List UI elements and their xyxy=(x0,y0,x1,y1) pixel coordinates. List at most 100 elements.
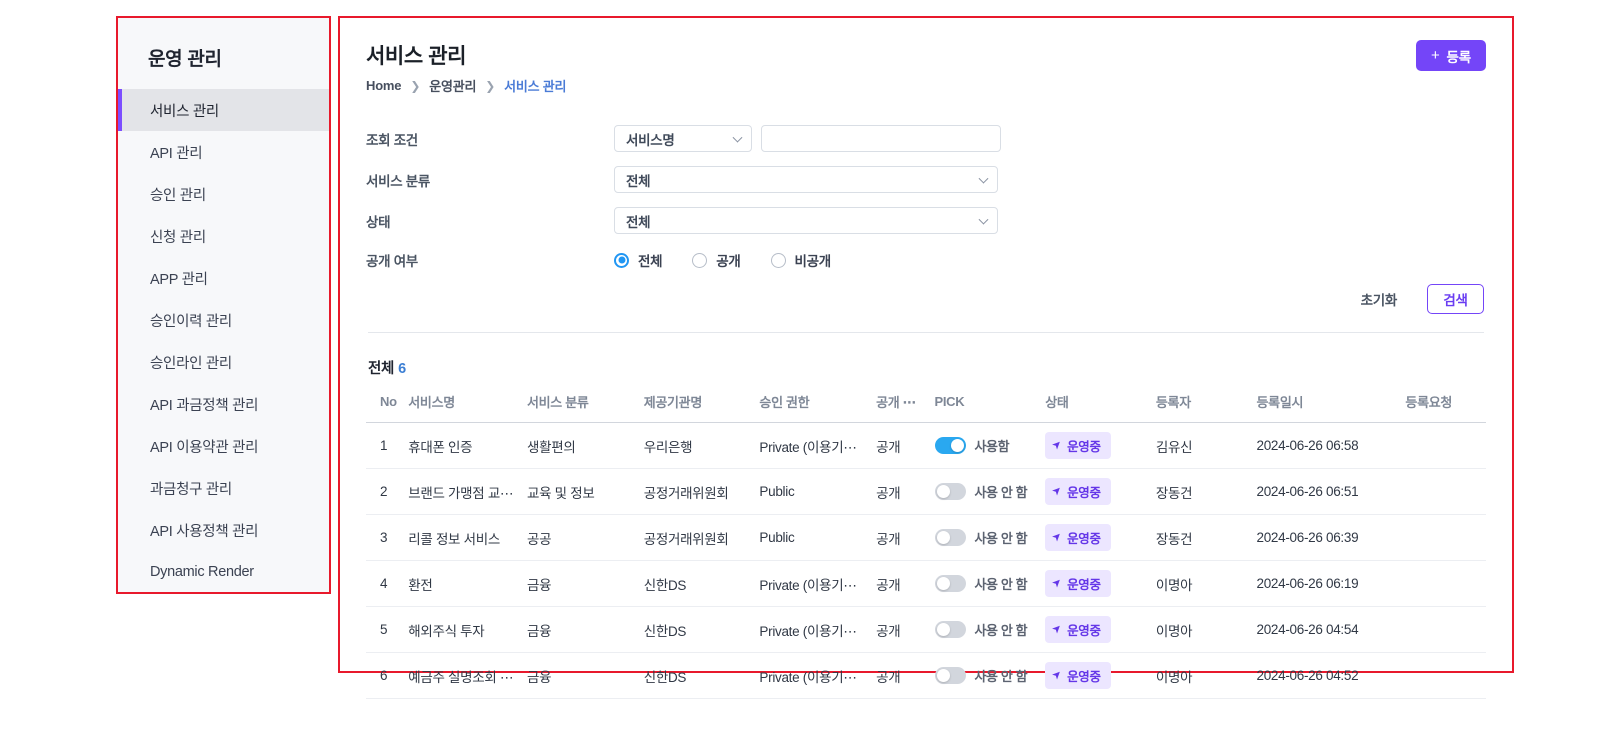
pick-toggle[interactable] xyxy=(934,529,966,546)
page-title: 서비스 관리 xyxy=(366,45,467,68)
sidebar-item-5[interactable]: APP 관리 xyxy=(118,257,329,299)
row-no: 4 xyxy=(366,560,409,607)
row-pick: 사용함 xyxy=(934,422,1046,469)
category-label: 서비스 분류 xyxy=(366,173,431,189)
visibility-radio-1[interactable]: 전체 xyxy=(614,250,663,270)
table-header-row: No 서비스명 서비스 분류 제공기관명 승인 권한 공개 ⋯ PICK 상태 등록자 등록일시 등… xyxy=(366,392,1486,423)
visibility-radio-2[interactable]: 공개 xyxy=(692,250,741,270)
table-header-cell: 등록일시 xyxy=(1256,392,1406,423)
sidebar-item-label: API 과금정책 관리 xyxy=(150,397,259,414)
row-state: ➤ 운영중 xyxy=(1045,468,1156,515)
status-badge: ➤ 운영중 xyxy=(1045,616,1111,643)
pick-toggle[interactable] xyxy=(934,483,966,500)
row-service-name: 브랜드 가맹점 교⋯ xyxy=(408,468,527,515)
toggle-knob xyxy=(936,577,950,590)
category-select-value: 전체 xyxy=(626,173,651,189)
status-label: 상태 xyxy=(366,214,391,230)
pick-toggle[interactable] xyxy=(934,667,966,684)
row-service-name: 환전 xyxy=(408,560,527,607)
pick-toggle[interactable] xyxy=(934,621,966,638)
sidebar-item-10[interactable]: 과금청구 관리 xyxy=(118,467,329,509)
register-button[interactable]: + 등록 xyxy=(1415,40,1486,71)
table-body: 1 휴대폰 인증 생활편의 우리은행 Private (이용기⋯ 공개 사용함 ➤ 운영중 김유신… xyxy=(366,422,1486,699)
row-organization: 신한DS xyxy=(643,652,760,699)
table-header-cell: 상태 xyxy=(1045,392,1156,423)
breadcrumb-item-home[interactable]: Home xyxy=(366,78,402,93)
register-button-label: 등록 xyxy=(1446,49,1472,65)
row-category: 금융 xyxy=(526,652,644,699)
row-organization: 신한DS xyxy=(643,606,760,653)
rocket-icon: ➤ xyxy=(1049,437,1065,453)
pick-toggle-label: 사용 안 함 xyxy=(974,623,1028,638)
status-badge-label: 운영중 xyxy=(1067,624,1101,638)
sidebar-title: 운영 관리 xyxy=(148,49,222,70)
visibility-radio-group: 전체 공개 비공개 xyxy=(614,250,831,270)
keyword-input[interactable] xyxy=(761,125,1001,152)
rocket-icon: ➤ xyxy=(1049,575,1065,591)
table-header-cell: 승인 권한 xyxy=(759,392,877,423)
sidebar-item-8[interactable]: API 과금정책 관리 xyxy=(118,383,329,425)
row-organization: 공정거래위원회 xyxy=(643,514,760,561)
visibility-radio-3[interactable]: 비공개 xyxy=(770,250,831,270)
sidebar-item-11[interactable]: API 사용정책 관리 xyxy=(118,509,329,551)
row-state: ➤ 운영중 xyxy=(1045,422,1156,469)
table-header-cell: PICK xyxy=(934,392,1046,423)
row-registrant: 이명아 xyxy=(1155,606,1257,653)
sidebar-item-label: 승인 관리 xyxy=(150,187,206,204)
sidebar-item-4[interactable]: 신청 관리 xyxy=(118,215,329,257)
condition-select[interactable]: 서비스명 xyxy=(614,125,752,152)
row-no: 6 xyxy=(366,652,409,699)
table-row[interactable]: 3 리콜 정보 서비스 공공 공정거래위원회 Public 공개 사용 안 함 ➤ 운영중 장동건… xyxy=(366,514,1486,561)
status-badge-label: 운영중 xyxy=(1067,532,1101,546)
row-pick: 사용 안 함 xyxy=(934,606,1046,653)
table-header-cell: 서비스 분류 xyxy=(526,392,644,423)
radio-indicator-icon xyxy=(770,252,786,268)
sidebar-item-3[interactable]: 승인 관리 xyxy=(118,173,329,215)
sidebar-item-label: Dynamic Render xyxy=(150,564,254,580)
row-registrant: 장동건 xyxy=(1155,468,1257,515)
main-panel: 서비스 관리 Home ❯ 운영관리 ❯ 서비스 관리 + 등록 조회 조건 서… xyxy=(338,16,1514,699)
sidebar-item-7[interactable]: 승인라인 관리 xyxy=(118,341,329,383)
plus-icon: + xyxy=(1430,47,1440,64)
section-divider xyxy=(368,332,1484,333)
sidebar-item-label: 승인이력 관리 xyxy=(150,313,232,330)
row-state: ➤ 운영중 xyxy=(1045,652,1156,699)
table-head: No 서비스명 서비스 분류 제공기관명 승인 권한 공개 ⋯ PICK 상태 등록자 등록일시 등… xyxy=(366,392,1486,423)
radio-indicator-icon xyxy=(614,252,629,268)
pick-toggle[interactable] xyxy=(934,437,966,454)
sidebar-item-12[interactable]: Dynamic Render xyxy=(118,551,329,593)
sidebar-item-9[interactable]: API 이용약관 관리 xyxy=(118,425,329,467)
row-auth: Public xyxy=(759,468,877,515)
sidebar-item-1[interactable]: 서비스 관리 xyxy=(118,89,329,131)
table-row[interactable]: 6 예금주 실명조회 ⋯ 금융 신한DS Private (이용기⋯ 공개 사용 안 함 ➤ 운… xyxy=(366,652,1486,699)
sidebar-nav-list: 서비스 관리 API 관리승인 관리신청 관리 APP 관리승인이력 관리승인라인 … xyxy=(118,89,329,593)
filter-form: 조회 조건 서비스명 서비스 분류 전체 상태 전체 공개 여부 전체 공개 비… xyxy=(366,125,1486,314)
pick-toggle[interactable] xyxy=(934,575,966,592)
row-state: ➤ 운영중 xyxy=(1045,606,1156,653)
filter-row-status: 상태 전체 xyxy=(366,207,1486,234)
row-state: ➤ 운영중 xyxy=(1045,514,1156,561)
table-row[interactable]: 2 브랜드 가맹점 교⋯ 교육 및 정보 공정거래위원회 Public 공개 사용 안 함 ➤… xyxy=(366,468,1486,515)
breadcrumb-item-current[interactable]: 서비스 관리 xyxy=(504,76,566,95)
breadcrumb-separator-icon: ❯ xyxy=(485,78,496,93)
breadcrumb-item-operations[interactable]: 운영관리 xyxy=(429,76,476,95)
row-register-request xyxy=(1405,652,1486,699)
row-service-name: 해외주식 투자 xyxy=(408,606,527,653)
category-select[interactable]: 전체 xyxy=(614,166,998,193)
sidebar-item-6[interactable]: 승인이력 관리 xyxy=(118,299,329,341)
row-register-request xyxy=(1405,514,1486,561)
table-row[interactable]: 4 환전 금융 신한DS Private (이용기⋯ 공개 사용 안 함 ➤ 운영중 이명아 202… xyxy=(366,560,1486,607)
status-badge: ➤ 운영중 xyxy=(1045,662,1111,689)
table-row[interactable]: 5 해외주식 투자 금융 신한DS Private (이용기⋯ 공개 사용 안 함 ➤ 운영중 이… xyxy=(366,606,1486,653)
sidebar-item-2[interactable]: API 관리 xyxy=(118,131,329,173)
filter-row-visibility: 공개 여부 전체 공개 비공개 xyxy=(366,250,1486,270)
status-select[interactable]: 전체 xyxy=(614,207,998,234)
total-label: 전체 xyxy=(368,361,395,377)
filter-row-category: 서비스 분류 전체 xyxy=(366,166,1486,193)
total-count: 6 xyxy=(398,361,406,377)
row-pick: 사용 안 함 xyxy=(934,514,1046,561)
reset-button[interactable]: 초기화 xyxy=(1355,288,1403,310)
table-row[interactable]: 1 휴대폰 인증 생활편의 우리은행 Private (이용기⋯ 공개 사용함 ➤ 운영중 김유신… xyxy=(366,422,1486,469)
search-button[interactable]: 검색 xyxy=(1427,284,1484,314)
row-registrant: 김유신 xyxy=(1155,422,1257,469)
